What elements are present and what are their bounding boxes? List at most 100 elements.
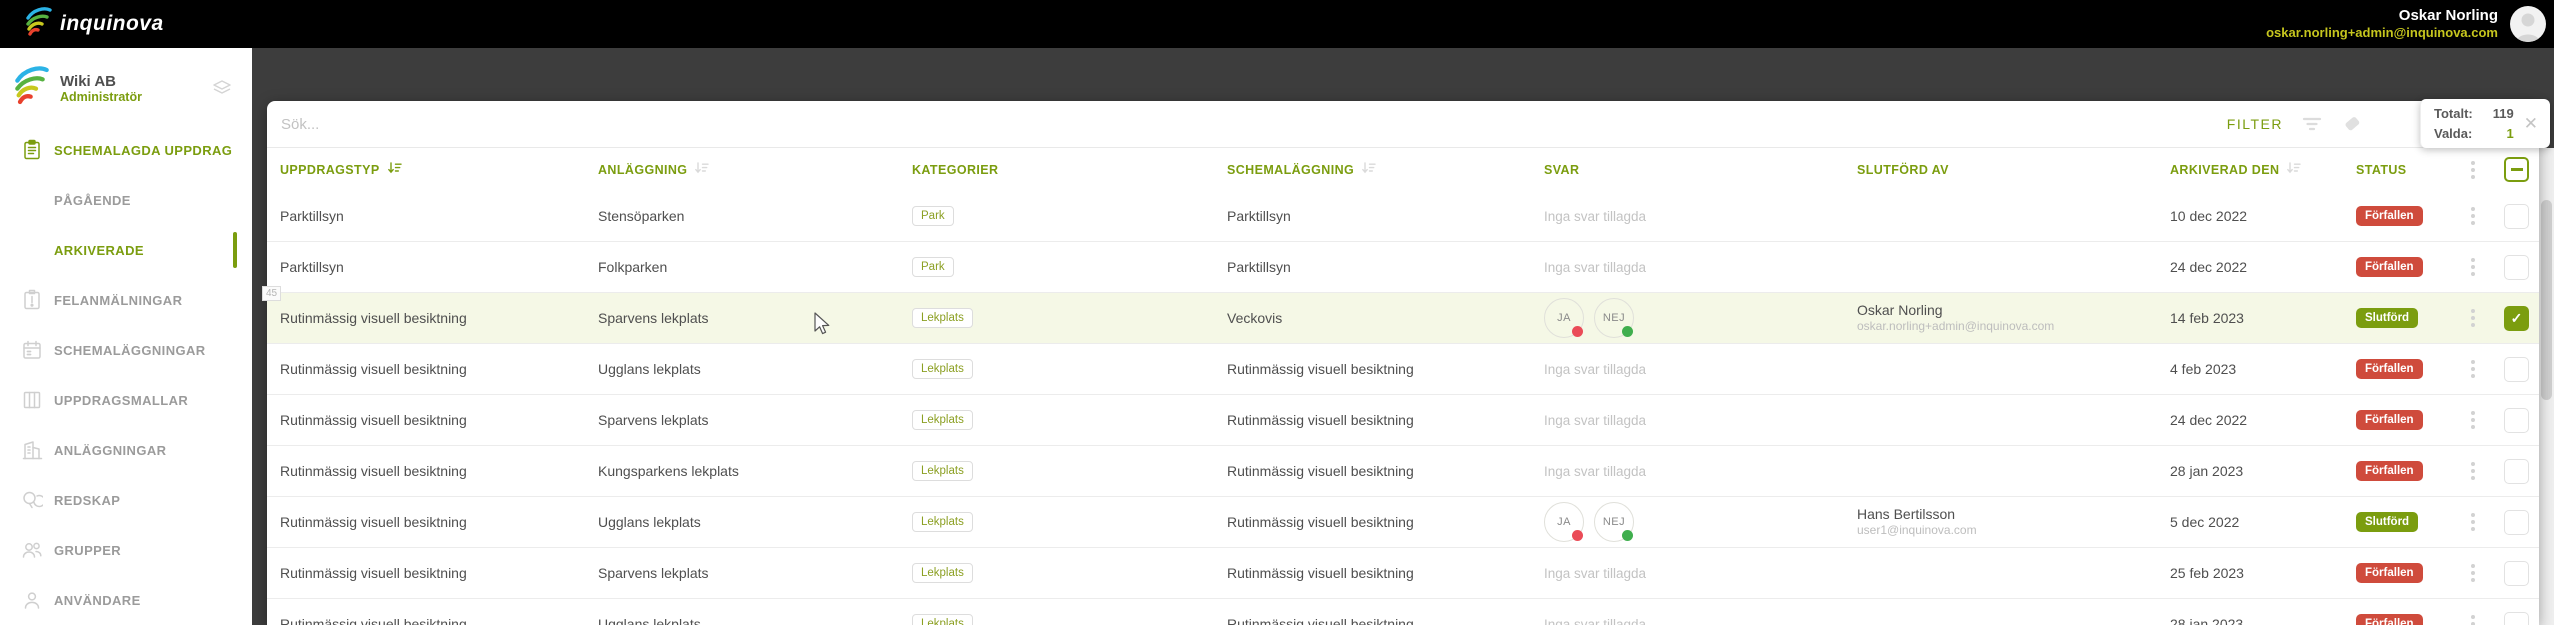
cell-slutford-av: Oskar Norling oskar.norling+admin@inquino… [1844,301,2157,335]
column-header[interactable]: SVAR [1531,163,1844,177]
cell-schemalaggning: Rutinmässig visuell besiktning [1227,565,1414,581]
sidebar-item[interactable]: FELANMÄLNINGAR [0,275,252,325]
topbar: inquinova Oskar Norling oskar.norling+ad… [0,0,2554,48]
category-chip: Lekplats [912,359,973,379]
column-header-label: ARKIVERAD DEN [2170,162,2280,177]
row-checkbox[interactable] [2504,458,2529,484]
cell-arkiverad-den: 25 feb 2023 [2170,565,2244,581]
row-menu-button[interactable] [2467,203,2479,229]
user-name: Oskar Norling [2398,6,2498,24]
sort-icon[interactable] [694,161,710,178]
sidebar-item[interactable]: ARKIVERADE [0,225,252,275]
cell-uppdragstyp: Parktillsyn [280,259,344,275]
app-logo[interactable]: inquinova [26,6,164,42]
header-menu-button[interactable] [2467,157,2479,183]
row-menu-button[interactable] [2467,254,2479,280]
answer-nej-chip[interactable]: NEJ [1594,502,1634,542]
column-header[interactable]: UPPDRAGSTYP [267,161,585,178]
row-checkbox[interactable] [2504,560,2529,586]
row-menu-button[interactable] [2467,458,2479,484]
row-menu-cell [2451,407,2495,433]
row-checkbox[interactable] [2504,509,2529,535]
layers-icon[interactable] [212,78,232,103]
column-header[interactable]: SLUTFÖRD AV [1844,163,2157,177]
cell-schemalaggning: Veckovis [1227,310,1283,326]
close-icon[interactable]: ✕ [2522,112,2540,136]
sidebar-item-label: UPPDRAGSMALLAR [54,392,189,408]
row-checkbox[interactable] [2504,356,2529,382]
status-badge: Förfallen [2356,410,2423,430]
row-menu-button[interactable] [2467,305,2479,331]
column-header[interactable]: SCHEMALÄGGNING [1214,161,1531,178]
filter-button[interactable]: FILTER [2227,116,2283,132]
cell-svar: Inga svar tillagda [1531,616,1844,625]
row-menu-button[interactable] [2467,560,2479,586]
cell-kategorier: Lekplats [899,410,1214,430]
table-header: UPPDRAGSTYP ANLÄGGNING KATEGORIER SCHEMALÄG… [267,148,2539,191]
sort-icon[interactable] [387,161,402,178]
answer-ja-chip[interactable]: JA [1544,502,1584,542]
row-checkbox[interactable] [2504,407,2529,433]
sidebar-item[interactable]: REDSKAP [0,475,252,525]
table-row[interactable]: Rutinmässig visuell besiktning Ugglans le… [267,497,2539,548]
row-checkbox-cell [2495,458,2538,484]
table-row[interactable]: Rutinmässig visuell besiktning Sparvens l… [267,293,2539,344]
row-menu-button[interactable] [2467,509,2479,535]
clipboard-list-icon [20,139,44,161]
table-row[interactable]: Rutinmässig visuell besiktning Kungsparke… [267,446,2539,497]
row-checkbox[interactable]: ✓ [2504,305,2529,331]
selected-line: Valda: 1 [2434,124,2522,144]
sidebar-item[interactable]: ANVÄNDARE [0,575,252,625]
table-row[interactable]: Rutinmässig visuell besiktning Ugglans le… [267,344,2539,395]
column-header[interactable]: STATUS [2343,163,2451,177]
row-checkbox[interactable] [2504,254,2529,280]
org-text: Wiki AB Administratör [60,73,142,104]
row-checkbox[interactable] [2504,611,2529,625]
row-checkbox-cell: ✓ [2495,305,2538,331]
row-menu-button[interactable] [2467,356,2479,382]
row-checkbox[interactable] [2504,203,2529,229]
sidebar-item[interactable]: GRUPPER [0,525,252,575]
answer-nej-chip[interactable]: NEJ [1594,298,1634,338]
status-badge: Slutförd [2356,308,2419,328]
sidebar-item[interactable]: SCHEMALÄGGNINGAR [0,325,252,375]
user-info: Oskar Norling oskar.norling+admin@inquin… [2266,7,2498,42]
table-row[interactable]: Parktillsyn Stensöparken Park Parktillsyn In… [267,191,2539,242]
scrollbar-thumb[interactable] [2541,200,2552,400]
sort-icon[interactable] [1361,161,1376,178]
row-menu-button[interactable] [2467,611,2479,625]
vertical-scrollbar[interactable] [2539,148,2554,625]
sort-icon[interactable] [2286,161,2302,178]
select-all-checkbox[interactable] [2504,157,2529,182]
eraser-icon[interactable] [2341,114,2363,134]
row-checkbox-cell [2495,254,2538,280]
org-switcher[interactable]: Wiki AB Administratör [0,48,252,121]
column-header[interactable]: ANLÄGGNING [585,161,899,178]
table-toolbar: FILTER Totalt: 119 [267,99,2550,148]
table-row[interactable]: Parktillsyn Folkparken Park Parktillsyn Inga… [267,242,2539,293]
filter-lines-icon[interactable] [2301,115,2323,133]
user-menu[interactable]: Oskar Norling oskar.norling+admin@inquin… [2266,6,2546,42]
avatar[interactable] [2510,6,2546,42]
category-chip: Lekplats [912,512,973,532]
row-menu-button[interactable] [2467,407,2479,433]
cell-status: Förfallen [2343,410,2451,430]
answer-ja-chip[interactable]: JA [1544,298,1584,338]
sidebar-item[interactable]: UPPDRAGSMALLAR [0,375,252,425]
column-header-label: SLUTFÖRD AV [1857,162,1949,177]
table-row[interactable]: Rutinmässig visuell besiktning Ugglans le… [267,599,2539,625]
answer-chips: JA NEJ [1544,502,1844,542]
sidebar-item[interactable]: SCHEMALAGDA UPPDRAG [0,125,252,175]
search-input[interactable] [267,101,2227,147]
table-row[interactable]: Rutinmässig visuell besiktning Sparvens l… [267,548,2539,599]
cell-anlaggning: Kungsparkens lekplats [598,463,739,479]
sidebar-item[interactable]: ANLÄGGNINGAR [0,425,252,475]
sidebar-item[interactable]: PÅGÅENDE [0,175,252,225]
table-row[interactable]: Rutinmässig visuell besiktning Sparvens l… [267,395,2539,446]
column-header[interactable]: KATEGORIER [899,163,1214,177]
selected-label: Valda: [2434,125,2473,141]
row-menu-cell [2451,560,2495,586]
cell-uppdragstyp: Rutinmässig visuell besiktning [280,361,467,377]
column-header[interactable]: ARKIVERAD DEN [2157,161,2343,178]
answer-dot-red [1572,326,1583,337]
